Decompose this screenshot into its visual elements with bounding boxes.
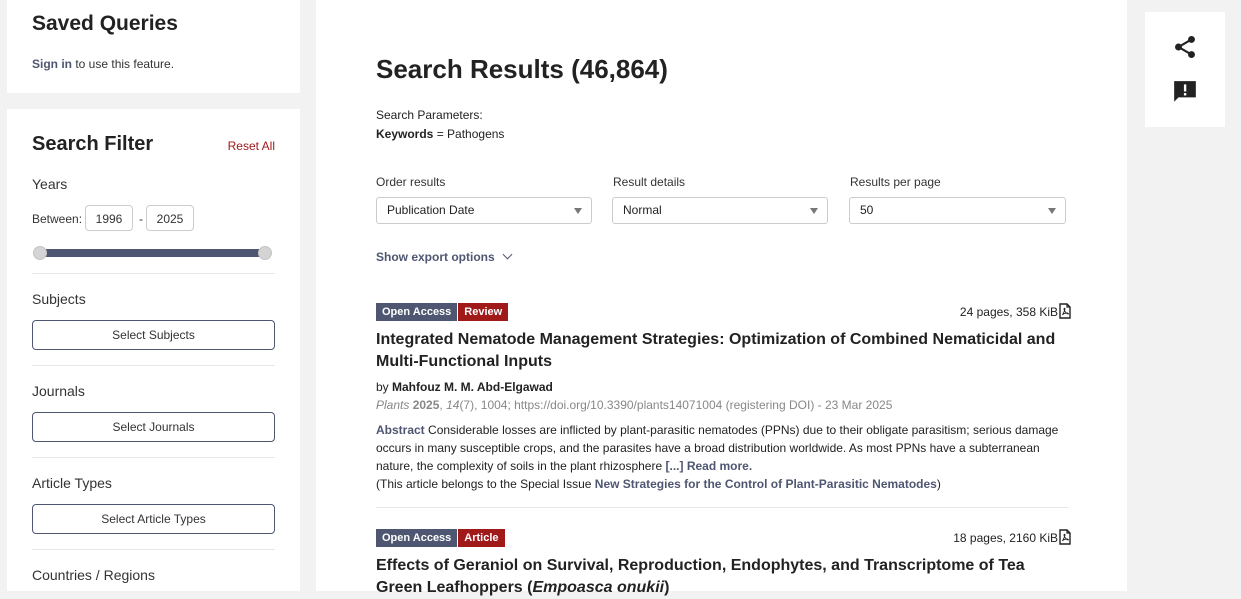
pages-size: 18 pages, 2160 KiB (953, 531, 1058, 545)
side-tools (1145, 12, 1225, 127)
title-main: Effects of Geraniol on Survival, Reprodu… (376, 557, 1025, 596)
search-filter-panel: Search Filter Reset All Years Between: 1… (7, 109, 300, 591)
pages-size: 24 pages, 358 KiB (959, 305, 1058, 319)
show-export-options-toggle[interactable]: Show export options (376, 249, 513, 264)
sign-in-suffix: to use this feature. (72, 57, 175, 71)
select-journals-button[interactable]: Select Journals (32, 412, 275, 442)
result-divider (376, 507, 1068, 508)
years-label: Years (32, 176, 68, 192)
between-label: Between: (32, 212, 83, 226)
open-access-badge: Open Access (376, 529, 458, 547)
order-results-select[interactable]: Publication Date (376, 197, 592, 224)
badges: Open Access Review (376, 302, 509, 321)
saved-queries-panel: Saved Queries Sign in to use this featur… (7, 0, 300, 93)
result-details-label: Result details (613, 175, 686, 189)
results-panel: Search Results (46,864) Search Parameter… (316, 0, 1127, 596)
saved-queries-title: Saved Queries (32, 12, 178, 35)
pdf-icon[interactable] (1058, 529, 1072, 545)
citation: Plants 2025, 14(7), 1004; https://doi.or… (376, 398, 893, 412)
result-details-value: Normal (623, 203, 662, 217)
article-types-label: Article Types (32, 475, 112, 491)
divider (32, 365, 275, 366)
special-issue-link[interactable]: New Strategies for the Control of Plant-… (595, 477, 937, 491)
abstract: Abstract Considerable losses are inflict… (376, 421, 1068, 493)
select-article-types-button[interactable]: Select Article Types (32, 504, 275, 534)
sign-in-line: Sign in to use this feature. (32, 57, 174, 71)
title-end: ) (664, 579, 670, 596)
abstract-label: Abstract (376, 423, 425, 437)
year-slider-max-handle[interactable] (258, 246, 272, 260)
sign-in-link[interactable]: Sign in (32, 57, 72, 71)
article-type-badge: Article (458, 529, 505, 547)
reset-all-link[interactable]: Reset All (228, 139, 275, 153)
author-link[interactable]: Mahfouz M. M. Abd-Elgawad (392, 380, 553, 394)
dropdown-caret-icon (574, 208, 582, 214)
divider (32, 457, 275, 458)
year-from-input[interactable]: 1996 (85, 205, 133, 231)
countries-label: Countries / Regions (32, 567, 155, 583)
search-parameter-keywords: Keywords = Pathogens (376, 125, 504, 144)
journal-name: Plants (376, 398, 410, 412)
result-title-link[interactable]: Integrated Nematode Management Strategie… (376, 329, 1068, 373)
divider (32, 273, 275, 274)
search-parameters-label: Search Parameters: (376, 108, 483, 122)
export-label: Show export options (376, 250, 495, 264)
divider (32, 549, 275, 550)
result-item: Open Access Review 24 pages, 358 KiB Inte… (376, 302, 1071, 497)
author-line: by Mahfouz M. M. Abd-Elgawad (376, 380, 553, 394)
citation-rest: (7), 1004; https://doi.org/10.3390/plant… (459, 398, 893, 412)
citation-volume: 14 (446, 398, 460, 412)
article-type-badge: Review (458, 303, 509, 321)
order-results-value: Publication Date (387, 203, 475, 217)
read-more-link[interactable]: [...] Read more. (666, 459, 753, 473)
param-value: = Pathogens (433, 127, 505, 141)
results-heading: Search Results (46,864) (376, 54, 668, 84)
special-issue-prefix: (This article belongs to the Special Iss… (376, 477, 595, 491)
by-label: by (376, 380, 393, 394)
result-title-link[interactable]: Effects of Geraniol on Survival, Reprodu… (376, 555, 1068, 599)
results-per-page-label: Results per page (850, 175, 941, 189)
order-results-label: Order results (376, 175, 446, 189)
year-to-input[interactable]: 2025 (146, 205, 194, 231)
year-separator: - (139, 212, 143, 226)
special-issue-suffix: ) (936, 477, 941, 491)
badges: Open Access Article (376, 528, 506, 547)
open-access-badge: Open Access (376, 303, 458, 321)
search-filter-title: Search Filter (32, 133, 154, 155)
share-icon[interactable] (1172, 34, 1198, 60)
results-per-page-select[interactable]: 50 (849, 197, 1066, 224)
pdf-icon[interactable] (1058, 303, 1072, 319)
select-subjects-button[interactable]: Select Subjects (32, 320, 275, 350)
subjects-label: Subjects (32, 291, 86, 307)
result-details-select[interactable]: Normal (612, 197, 828, 224)
chevron-down-icon (502, 249, 513, 260)
citation-year: 2025 (412, 398, 440, 412)
search-parameters: Search Parameters: Keywords = Pathogens (376, 106, 504, 144)
result-item: Open Access Article 18 pages, 2160 KiB Ef… (376, 528, 1071, 599)
feedback-icon[interactable] (1172, 79, 1198, 105)
results-per-page-value: 50 (860, 203, 874, 217)
dropdown-caret-icon (1048, 208, 1056, 214)
journals-label: Journals (32, 383, 85, 399)
param-key: Keywords (376, 127, 434, 141)
year-slider-min-handle[interactable] (33, 246, 47, 260)
year-range-track (39, 249, 265, 257)
dropdown-caret-icon (810, 208, 818, 214)
title-italic: Empoasca onukii (532, 579, 665, 596)
